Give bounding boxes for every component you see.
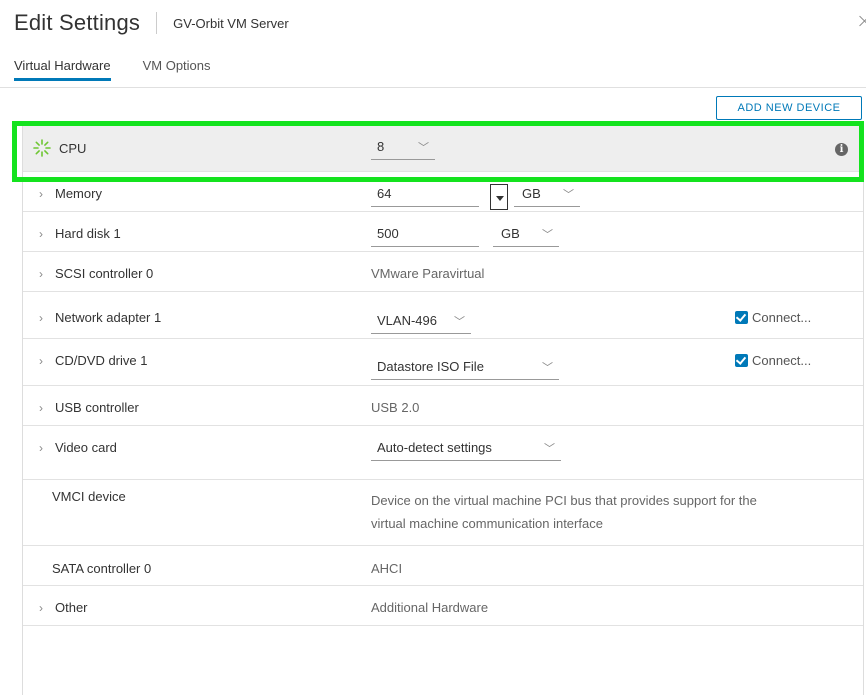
tabs-divider	[0, 87, 866, 88]
usb-label-group: › USB controller	[39, 400, 139, 415]
chevron-down-icon: ﹀	[454, 316, 465, 328]
hardware-table: CPU 8 ﹀ i › Memory 64 GB ﹀ › Hard disk 1…	[22, 125, 864, 695]
vmci-description-line-1: Device on the virtual machine PCI bus th…	[371, 493, 757, 508]
cd-dvd-media-value: Datastore ISO File	[377, 359, 484, 374]
connect-checkbox[interactable]	[735, 354, 748, 367]
chevron-right-icon[interactable]: ›	[39, 441, 47, 455]
add-new-device-button[interactable]: ADD NEW DEVICE	[716, 96, 862, 120]
tab-bar: Virtual Hardware VM Options	[14, 58, 211, 81]
network-label-group: › Network adapter 1	[39, 310, 161, 325]
chevron-right-icon[interactable]: ›	[39, 354, 47, 368]
video-card-label-group: › Video card	[39, 440, 117, 455]
hardware-row-scsi[interactable]: › SCSI controller 0 VMware Paravirtual	[23, 252, 863, 292]
memory-unit-select[interactable]: GB ﹀	[514, 186, 580, 207]
hard-disk-unit-value: GB	[501, 226, 520, 241]
memory-size-input[interactable]: 64	[371, 186, 479, 207]
cd-dvd-media-select[interactable]: Datastore ISO File ﹀	[371, 359, 559, 380]
hardware-row-vmci: VMCI device Device on the virtual machin…	[23, 480, 863, 546]
video-card-settings-select[interactable]: Auto-detect settings ﹀	[371, 440, 561, 461]
chevron-right-icon[interactable]: ›	[39, 227, 47, 241]
row-label: CD/DVD drive 1	[55, 353, 148, 368]
hard-disk-label-group: › Hard disk 1	[39, 226, 121, 241]
chevron-down-icon: ﹀	[542, 362, 553, 374]
cpu-count-select[interactable]: 8 ﹀	[371, 139, 435, 160]
sata-label-group: SATA controller 0	[52, 561, 151, 576]
memory-size-value: 64	[377, 186, 392, 201]
cpu-count-value: 8	[377, 139, 385, 154]
vmci-label-group: VMCI device	[52, 489, 126, 504]
network-value: VLAN-496	[377, 313, 437, 328]
memory-unit-value: GB	[522, 186, 541, 201]
row-label: Video card	[55, 440, 117, 455]
hard-disk-size-input[interactable]: 500	[371, 226, 479, 247]
close-icon[interactable]	[858, 14, 866, 28]
hardware-row-usb[interactable]: › USB controller USB 2.0	[23, 386, 863, 426]
memory-label-group: › Memory	[39, 186, 102, 201]
chevron-right-icon[interactable]: ›	[39, 267, 47, 281]
row-label: SCSI controller 0	[55, 266, 154, 281]
chevron-down-icon: ﹀	[544, 443, 555, 455]
sata-mode-value: AHCI	[371, 561, 403, 576]
cd-dvd-label-group: › CD/DVD drive 1	[39, 353, 147, 368]
cpu-label-group: CPU	[33, 139, 86, 157]
row-label: USB controller	[55, 400, 139, 415]
chevron-down-icon: ﹀	[542, 229, 553, 241]
connect-label: Connect...	[752, 353, 812, 368]
hard-disk-size-value: 500	[377, 226, 399, 241]
dialog-header: Edit Settings GV-Orbit VM Server	[14, 8, 289, 38]
chevron-right-icon[interactable]: ›	[39, 187, 47, 201]
chevron-down-icon: ﹀	[563, 189, 574, 201]
chevron-down-icon: ﹀	[418, 142, 429, 154]
row-label: Hard disk 1	[55, 226, 121, 241]
dialog-title: Edit Settings	[14, 10, 141, 35]
hardware-row-other[interactable]: › Other Additional Hardware	[23, 586, 863, 626]
connect-label: Connect...	[752, 310, 812, 325]
memory-size-dropdown-button[interactable]	[490, 184, 508, 210]
hard-disk-unit-select[interactable]: GB ﹀	[493, 226, 559, 247]
row-label: Network adapter 1	[55, 310, 162, 325]
row-label: CPU	[59, 140, 87, 156]
vmci-description: Device on the virtual machine PCI bus th…	[371, 489, 757, 535]
hardware-row-cpu[interactable]: CPU 8 ﹀ i	[23, 125, 863, 172]
info-icon[interactable]: i	[835, 143, 848, 156]
hardware-row-network[interactable]: › Network adapter 1 VLAN-496 ﹀ Connect..…	[23, 292, 863, 339]
vmci-description-line-2: virtual machine communication interface	[371, 516, 603, 531]
cd-dvd-connect-option[interactable]: Connect...	[735, 353, 811, 368]
scsi-label-group: › SCSI controller 0	[39, 266, 153, 281]
chevron-right-icon[interactable]: ›	[39, 311, 47, 325]
row-label: Memory	[55, 186, 102, 201]
network-select[interactable]: VLAN-496 ﹀	[371, 313, 471, 334]
other-hardware-value: Additional Hardware	[371, 600, 489, 615]
network-connect-option[interactable]: Connect...	[735, 310, 811, 325]
vm-name: GV-Orbit VM Server	[173, 15, 289, 31]
scsi-type-value: VMware Paravirtual	[371, 266, 485, 281]
connect-checkbox[interactable]	[735, 311, 748, 324]
chevron-right-icon[interactable]: ›	[39, 601, 47, 615]
loading-spinner-icon	[33, 139, 51, 157]
row-label: SATA controller 0	[52, 561, 152, 576]
video-card-settings-value: Auto-detect settings	[377, 440, 492, 455]
tab-vm-options[interactable]: VM Options	[143, 58, 211, 81]
hardware-row-cd-dvd[interactable]: › CD/DVD drive 1 Datastore ISO File ﹀ Co…	[23, 339, 863, 386]
other-label-group: › Other	[39, 600, 88, 615]
hardware-row-memory[interactable]: › Memory 64 GB ﹀	[23, 172, 863, 212]
hardware-row-video-card[interactable]: › Video card Auto-detect settings ﹀	[23, 426, 863, 480]
title-divider	[156, 12, 158, 34]
row-label: VMCI device	[52, 489, 126, 504]
hardware-row-hard-disk[interactable]: › Hard disk 1 500 GB ﹀	[23, 212, 863, 252]
chevron-right-icon[interactable]: ›	[39, 401, 47, 415]
tab-virtual-hardware[interactable]: Virtual Hardware	[14, 58, 111, 81]
hardware-row-sata: SATA controller 0 AHCI	[23, 546, 863, 586]
usb-version-value: USB 2.0	[371, 400, 420, 415]
row-label: Other	[55, 600, 88, 615]
